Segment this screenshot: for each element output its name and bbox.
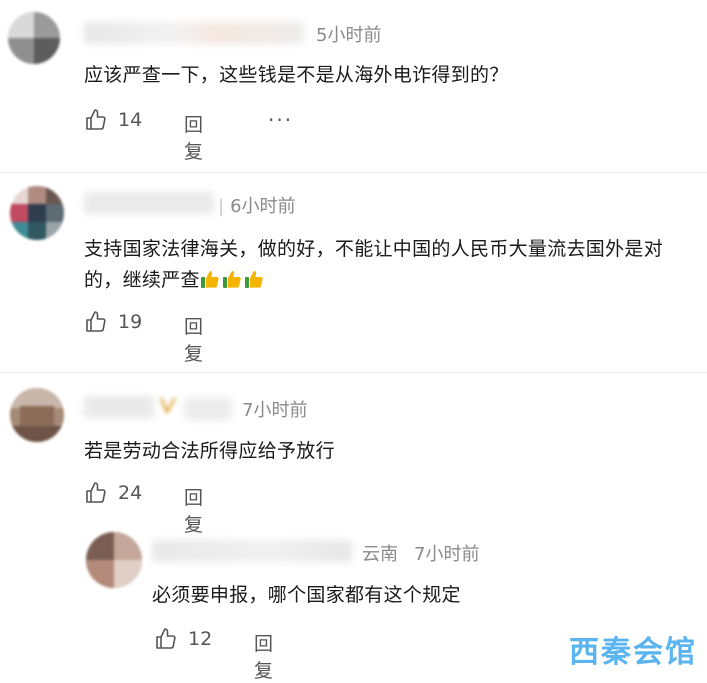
reply-button[interactable]: 回复 xyxy=(254,629,273,683)
like-count: 12 xyxy=(188,628,213,650)
comment-time: 7小时前 xyxy=(242,400,308,421)
comment-text: 支持国家法律海关，做的好，不能让中国的人民币大量流去国外是对的，继续严查 xyxy=(84,238,664,291)
watermark-logo: 西秦会馆 xyxy=(569,635,697,670)
reply-time: 7小时前 xyxy=(414,544,480,565)
user-badge-icon xyxy=(159,396,177,415)
reply-button[interactable]: 回复 xyxy=(184,483,203,537)
thumbs-up-emoji-icon xyxy=(222,271,241,288)
reply-button[interactable]: 回复 xyxy=(184,110,203,164)
divider xyxy=(0,172,707,173)
reply-button[interactable]: 回复 xyxy=(184,312,203,366)
username-blurred[interactable] xyxy=(184,398,232,420)
like-button[interactable]: 14 xyxy=(84,108,142,132)
username-blurred[interactable] xyxy=(84,192,214,214)
avatar[interactable] xyxy=(10,388,64,442)
like-button[interactable]: 19 xyxy=(84,310,142,334)
comment-text: 应该严查一下，这些钱是不是从海外电诈得到的？ xyxy=(84,64,509,86)
like-button[interactable]: 12 xyxy=(154,627,212,651)
avatar[interactable] xyxy=(8,12,60,64)
avatar[interactable] xyxy=(86,532,142,588)
thumbs-up-icon xyxy=(86,482,106,503)
like-count: 24 xyxy=(118,482,143,504)
thumbs-up-emoji-icon xyxy=(244,271,263,288)
comment-time: 5小时前 xyxy=(316,25,382,46)
username-blurred[interactable] xyxy=(84,22,304,44)
like-count: 14 xyxy=(118,109,143,131)
username-blurred[interactable] xyxy=(84,396,154,418)
thumbs-up-icon xyxy=(86,311,106,332)
reply-text: 必须要申报，哪个国家都有这个规定 xyxy=(152,584,461,606)
meta-separator: | xyxy=(218,196,225,217)
like-count: 19 xyxy=(118,311,143,333)
avatar[interactable] xyxy=(10,186,64,240)
more-options-icon[interactable]: ··· xyxy=(268,108,293,132)
comment-time: | 6小时前 xyxy=(218,196,296,217)
thumbs-up-icon xyxy=(86,109,106,130)
comment-text: 若是劳动合法所得应给予放行 xyxy=(84,440,335,462)
like-button[interactable]: 24 xyxy=(84,481,142,505)
divider xyxy=(0,372,707,373)
thumbs-up-emoji-icon xyxy=(200,271,219,288)
thumbs-up-icon xyxy=(156,628,176,649)
reply-location: 云南 xyxy=(362,544,398,565)
username-blurred[interactable] xyxy=(152,540,352,562)
